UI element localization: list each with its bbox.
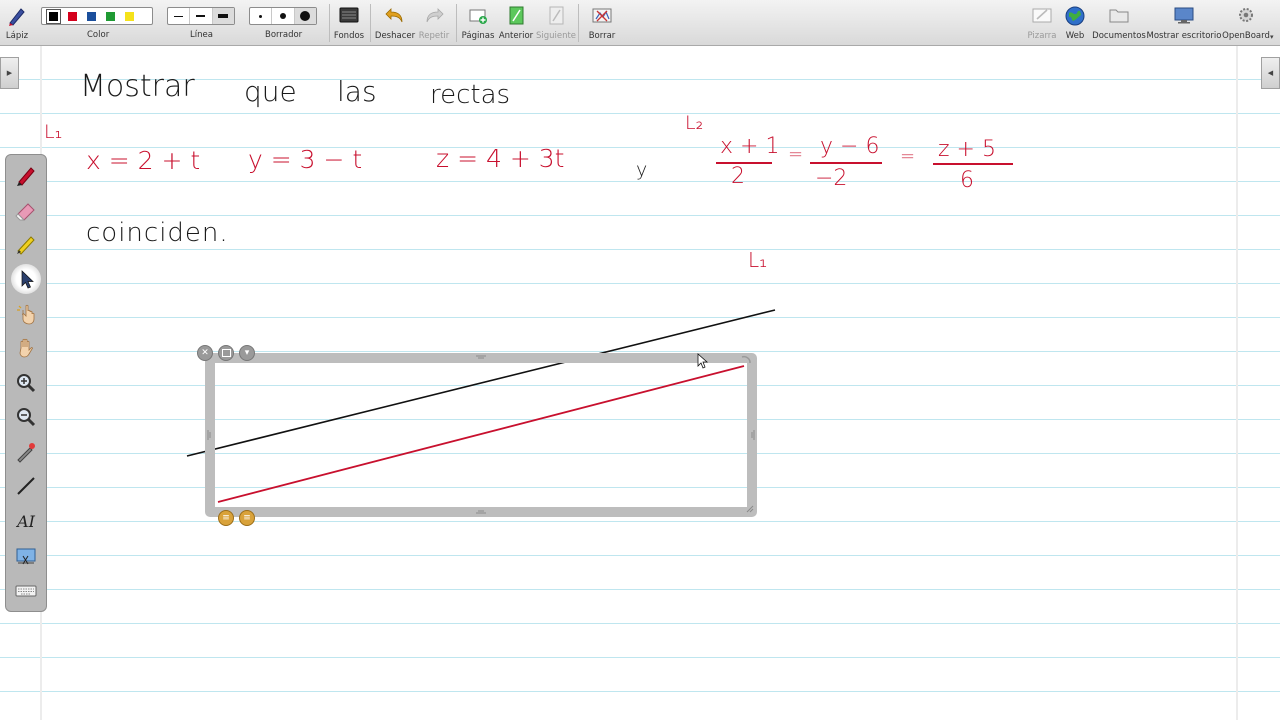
tool-palette: AI bbox=[5, 154, 47, 612]
selected-object-frame[interactable] bbox=[205, 353, 757, 517]
interact-icon bbox=[17, 304, 35, 325]
interact-tool[interactable] bbox=[11, 299, 41, 329]
pen-icon bbox=[17, 167, 35, 186]
text-icon: AI bbox=[17, 511, 35, 531]
eraser-tool[interactable] bbox=[11, 195, 41, 225]
capture-tool[interactable] bbox=[11, 541, 41, 571]
selector-icon bbox=[21, 270, 34, 289]
marker-tool[interactable] bbox=[11, 229, 41, 259]
selector-tool[interactable] bbox=[11, 264, 41, 294]
layer-down-icon[interactable]: ≡ bbox=[239, 510, 255, 526]
hand-tool[interactable] bbox=[11, 333, 41, 363]
laser-pointer-tool[interactable] bbox=[11, 437, 41, 467]
line-icon bbox=[17, 477, 35, 495]
text-tool[interactable]: AI bbox=[11, 506, 41, 536]
hand-icon bbox=[19, 338, 33, 358]
capture-icon bbox=[16, 548, 36, 565]
close-icon[interactable]: ✕ bbox=[197, 345, 213, 361]
zoom-in-icon bbox=[17, 374, 36, 393]
pen-tool[interactable] bbox=[11, 160, 41, 190]
laser-pointer-icon bbox=[17, 443, 35, 463]
duplicate-icon[interactable] bbox=[218, 345, 234, 361]
keyboard-icon bbox=[15, 585, 37, 597]
layer-up-icon[interactable]: ≡ bbox=[218, 510, 234, 526]
zoom-out-tool[interactable] bbox=[11, 402, 41, 432]
marker-icon bbox=[17, 236, 35, 255]
keyboard-tool[interactable] bbox=[11, 576, 41, 606]
eraser-icon bbox=[15, 203, 35, 221]
menu-dropdown-icon[interactable]: ▾ bbox=[239, 345, 255, 361]
zoom-in-tool[interactable] bbox=[11, 368, 41, 398]
zoom-out-icon bbox=[17, 408, 36, 427]
line-tool[interactable] bbox=[11, 471, 41, 501]
